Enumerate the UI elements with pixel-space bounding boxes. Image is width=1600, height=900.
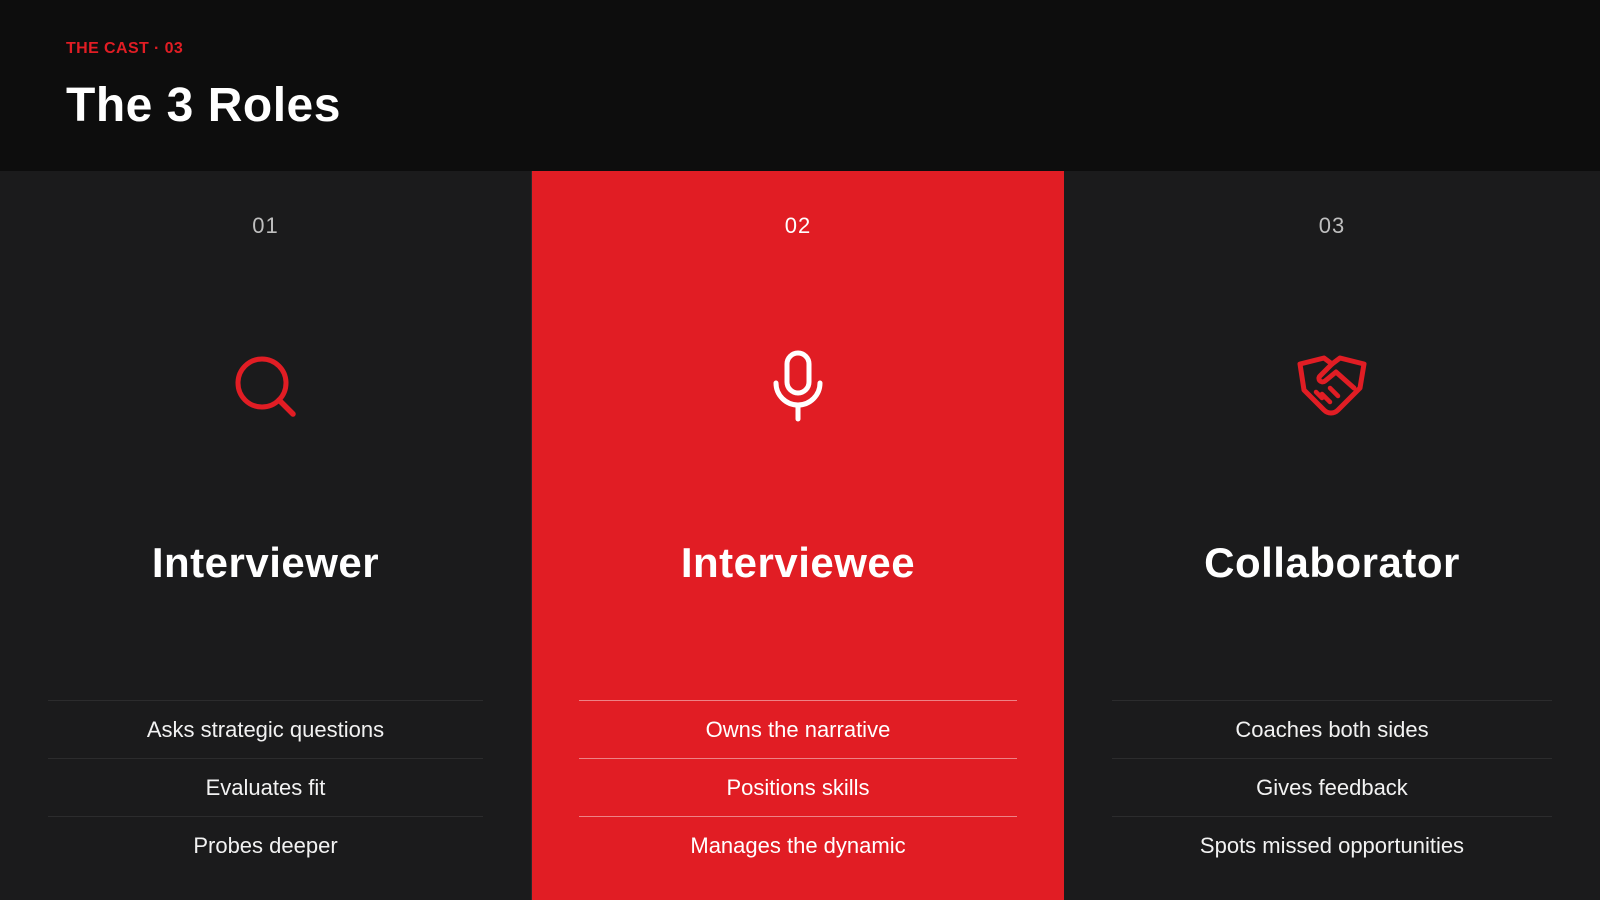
- card-title: Interviewee: [680, 539, 916, 586]
- role-card-interviewer: 01 Interviewer Asks strategic questions …: [0, 171, 532, 900]
- card-number: 03: [1318, 213, 1346, 238]
- role-card-interviewee: 02 Interviewee Owns the narrative Positi…: [532, 171, 1064, 900]
- card-title: Interviewer: [151, 539, 380, 586]
- list-item: Spots missed opportunities: [1112, 816, 1552, 874]
- list-item: Positions skills: [579, 758, 1017, 816]
- microphone-icon: [760, 349, 836, 425]
- list-item: Coaches both sides: [1112, 700, 1552, 758]
- list-item: Manages the dynamic: [579, 816, 1017, 874]
- card-title: Collaborator: [1204, 539, 1460, 586]
- handshake-icon: [1294, 349, 1370, 425]
- list-item: Probes deeper: [48, 816, 483, 874]
- card-list: Asks strategic questions Evaluates fit P…: [48, 700, 483, 874]
- card-number: 02: [784, 213, 812, 238]
- slide-header: THE CAST · 03 The 3 Roles: [66, 40, 341, 133]
- slide-title: The 3 Roles: [66, 79, 341, 132]
- list-item: Asks strategic questions: [48, 700, 483, 758]
- card-list: Owns the narrative Positions skills Mana…: [579, 700, 1017, 874]
- card-list: Coaches both sides Gives feedback Spots …: [1112, 700, 1552, 874]
- slide: THE CAST · 03 The 3 Roles 01 Interviewer…: [0, 0, 1600, 900]
- role-cards: 01 Interviewer Asks strategic questions …: [0, 171, 1600, 900]
- role-card-collaborator: 03 Collaborator Coaches both sides Gives…: [1064, 171, 1600, 900]
- list-item: Gives feedback: [1112, 758, 1552, 816]
- section-kicker: THE CAST · 03: [66, 40, 184, 57]
- list-item: Evaluates fit: [48, 758, 483, 816]
- search-icon: [228, 349, 304, 425]
- list-item: Owns the narrative: [579, 700, 1017, 758]
- card-number: 01: [252, 213, 279, 238]
